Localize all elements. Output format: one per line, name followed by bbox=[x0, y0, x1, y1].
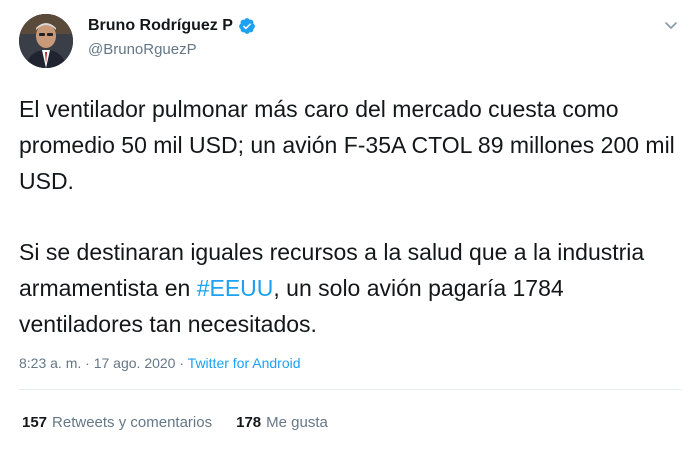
verified-badge-icon bbox=[238, 17, 256, 35]
tweet-metadata: 8:23 a. m. · 17 ago. 2020 · Twitter for … bbox=[19, 355, 301, 371]
meta-separator: · bbox=[81, 355, 94, 371]
hashtag-link[interactable]: #EEUU bbox=[197, 275, 274, 301]
tweet-paragraph-2: Si se destinaran iguales recursos a la s… bbox=[19, 234, 679, 342]
tweet-paragraph-1: El ventilador pulmonar más caro del merc… bbox=[19, 96, 675, 194]
tweet-time[interactable]: 8:23 a. m. bbox=[19, 355, 81, 371]
retweets-stat[interactable]: 157 Retweets y comentarios bbox=[22, 414, 212, 431]
tweet-date[interactable]: 17 ago. 2020 bbox=[94, 355, 176, 371]
divider bbox=[19, 389, 681, 390]
retweets-label: Retweets y comentarios bbox=[52, 414, 213, 431]
likes-label: Me gusta bbox=[266, 414, 328, 431]
retweets-count: 157 bbox=[22, 414, 48, 431]
tweet-card: Bruno Rodríguez P @BrunoRguezP El ventil… bbox=[0, 0, 700, 466]
tweet-stats: 157 Retweets y comentarios 178 Me gusta bbox=[22, 414, 352, 431]
meta-separator: · bbox=[175, 355, 188, 371]
likes-stat[interactable]: 178 Me gusta bbox=[236, 414, 328, 431]
tweet-source-link[interactable]: Twitter for Android bbox=[188, 355, 301, 371]
tweet-text: El ventilador pulmonar más caro del merc… bbox=[19, 91, 679, 342]
chevron-down-icon[interactable] bbox=[664, 18, 678, 32]
likes-count: 178 bbox=[236, 414, 262, 431]
author-handle[interactable]: @BrunoRguezP bbox=[88, 41, 197, 58]
author-name-row[interactable]: Bruno Rodríguez P bbox=[88, 17, 256, 35]
avatar[interactable] bbox=[19, 14, 73, 68]
author-display-name[interactable]: Bruno Rodríguez P bbox=[88, 17, 233, 35]
